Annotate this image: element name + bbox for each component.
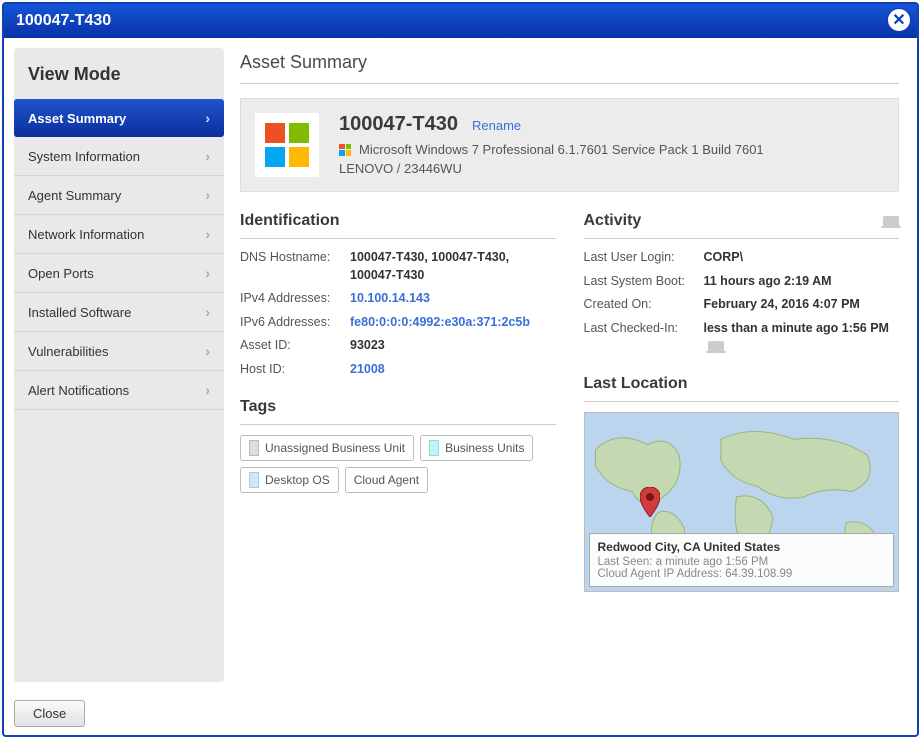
asset-id-value: 93023 <box>350 337 385 355</box>
tag-swatch-icon <box>429 440 439 456</box>
tag-cloud-agent[interactable]: Cloud Agent <box>345 467 428 493</box>
sidebar: View Mode Asset Summary › System Informat… <box>14 48 224 682</box>
map-ip: Cloud Agent IP Address: 64.39.108.99 <box>598 568 886 580</box>
sidebar-item-system-information[interactable]: System Information › <box>14 137 224 176</box>
sidebar-item-asset-summary[interactable]: Asset Summary › <box>14 99 224 137</box>
laptop-icon <box>708 341 724 351</box>
last-location-title: Last Location <box>584 375 900 402</box>
identification-title: Identification <box>240 212 556 239</box>
tag-label: Cloud Agent <box>354 473 419 487</box>
tags-title: Tags <box>240 398 556 425</box>
close-button[interactable]: Close <box>14 700 85 727</box>
identification-column: Identification DNS Hostname:100047-T430,… <box>240 212 556 592</box>
sidebar-item-network-information[interactable]: Network Information › <box>14 215 224 254</box>
map-pin-icon <box>640 487 660 520</box>
sidebar-item-open-ports[interactable]: Open Ports › <box>14 254 224 293</box>
tag-label: Unassigned Business Unit <box>265 441 405 455</box>
page-title: Asset Summary <box>240 52 899 84</box>
created-on-label: Created On: <box>584 296 704 314</box>
chevron-right-icon: › <box>205 148 210 164</box>
tag-swatch-icon <box>249 440 259 456</box>
title-bar-text: 100047-T430 <box>16 12 111 29</box>
map[interactable]: Redwood City, CA United States Last Seen… <box>584 412 900 592</box>
host-id-label: Host ID: <box>240 361 350 379</box>
tag-unassigned-business-unit[interactable]: Unassigned Business Unit <box>240 435 414 461</box>
asset-name: 100047-T430 <box>339 113 458 136</box>
tag-swatch-icon <box>249 472 259 488</box>
tag-label: Desktop OS <box>265 473 330 487</box>
last-login-label: Last User Login: <box>584 249 704 267</box>
ipv4-label: IPv4 Addresses: <box>240 290 350 308</box>
chevron-right-icon: › <box>205 226 210 242</box>
activity-title-text: Activity <box>584 212 642 230</box>
activity-title: Activity <box>584 212 900 239</box>
sidebar-item-label: System Information <box>28 149 140 164</box>
sidebar-item-label: Alert Notifications <box>28 383 129 398</box>
rename-link[interactable]: Rename <box>472 118 521 133</box>
chevron-right-icon: › <box>205 265 210 281</box>
activity-column: Activity Last User Login:CORP\ Last Syst… <box>584 212 900 592</box>
ipv4-value[interactable]: 10.100.14.143 <box>350 290 430 308</box>
sidebar-item-label: Vulnerabilities <box>28 344 108 359</box>
chevron-right-icon: › <box>205 343 210 359</box>
host-id-value[interactable]: 21008 <box>350 361 385 379</box>
windows-icon <box>265 123 309 167</box>
asset-header: 100047-T430 Rename Microsoft Windows 7 P… <box>240 98 899 192</box>
ipv6-value[interactable]: fe80:0:0:0:4992:e30a:371:2c5b <box>350 314 530 332</box>
hardware-model: LENOVO / 23446WU <box>339 161 884 176</box>
tag-business-units[interactable]: Business Units <box>420 435 533 461</box>
chevron-right-icon: › <box>205 110 210 126</box>
sidebar-item-label: Asset Summary <box>28 111 126 126</box>
close-icon[interactable]: ✕ <box>887 8 911 32</box>
chevron-right-icon: › <box>205 304 210 320</box>
tag-list: Unassigned Business Unit Business Units … <box>240 435 556 493</box>
sidebar-item-label: Network Information <box>28 227 144 242</box>
checked-in-text: less than a minute ago 1:56 PM <box>704 321 889 335</box>
sidebar-item-alert-notifications[interactable]: Alert Notifications › <box>14 371 224 410</box>
sidebar-item-label: Installed Software <box>28 305 131 320</box>
checked-in-label: Last Checked-In: <box>584 320 704 355</box>
created-on-value: February 24, 2016 4:07 PM <box>704 296 860 314</box>
main-content: Asset Summary 100047-T430 Rename Microso… <box>236 48 907 682</box>
chevron-right-icon: › <box>205 382 210 398</box>
sidebar-item-vulnerabilities[interactable]: Vulnerabilities › <box>14 332 224 371</box>
chevron-right-icon: › <box>205 187 210 203</box>
dialog: 100047-T430 ✕ View Mode Asset Summary › S… <box>2 2 919 737</box>
windows-icon <box>339 144 351 156</box>
sidebar-item-installed-software[interactable]: Installed Software › <box>14 293 224 332</box>
map-last-seen: Last Seen: a minute ago 1:56 PM <box>598 556 886 568</box>
dns-hostname-value: 100047-T430, 100047-T430, 100047-T430 <box>350 249 556 284</box>
map-location-name: Redwood City, CA United States <box>598 540 886 554</box>
checked-in-value: less than a minute ago 1:56 PM <box>704 320 900 355</box>
dns-hostname-label: DNS Hostname: <box>240 249 350 284</box>
map-tooltip: Redwood City, CA United States Last Seen… <box>589 533 895 587</box>
last-location-section: Last Location <box>584 375 900 592</box>
title-bar: 100047-T430 ✕ <box>4 4 917 38</box>
tag-desktop-os[interactable]: Desktop OS <box>240 467 339 493</box>
dialog-body: View Mode Asset Summary › System Informat… <box>4 38 917 692</box>
sidebar-item-label: Agent Summary <box>28 188 121 203</box>
last-boot-label: Last System Boot: <box>584 273 704 291</box>
sidebar-item-agent-summary[interactable]: Agent Summary › <box>14 176 224 215</box>
tag-label: Business Units <box>445 441 524 455</box>
os-name: Microsoft Windows 7 Professional 6.1.760… <box>359 142 764 157</box>
details-columns: Identification DNS Hostname:100047-T430,… <box>240 212 899 592</box>
dialog-footer: Close <box>4 692 917 735</box>
sidebar-title: View Mode <box>14 58 224 99</box>
laptop-icon <box>883 216 899 226</box>
tags-section: Tags Unassigned Business Unit Business U… <box>240 398 556 493</box>
sidebar-item-label: Open Ports <box>28 266 94 281</box>
last-login-value: CORP\ <box>704 249 744 267</box>
last-boot-value: 11 hours ago 2:19 AM <box>704 273 832 291</box>
os-logo <box>255 113 319 177</box>
ipv6-label: IPv6 Addresses: <box>240 314 350 332</box>
asset-header-details: 100047-T430 Rename Microsoft Windows 7 P… <box>339 113 884 176</box>
asset-id-label: Asset ID: <box>240 337 350 355</box>
